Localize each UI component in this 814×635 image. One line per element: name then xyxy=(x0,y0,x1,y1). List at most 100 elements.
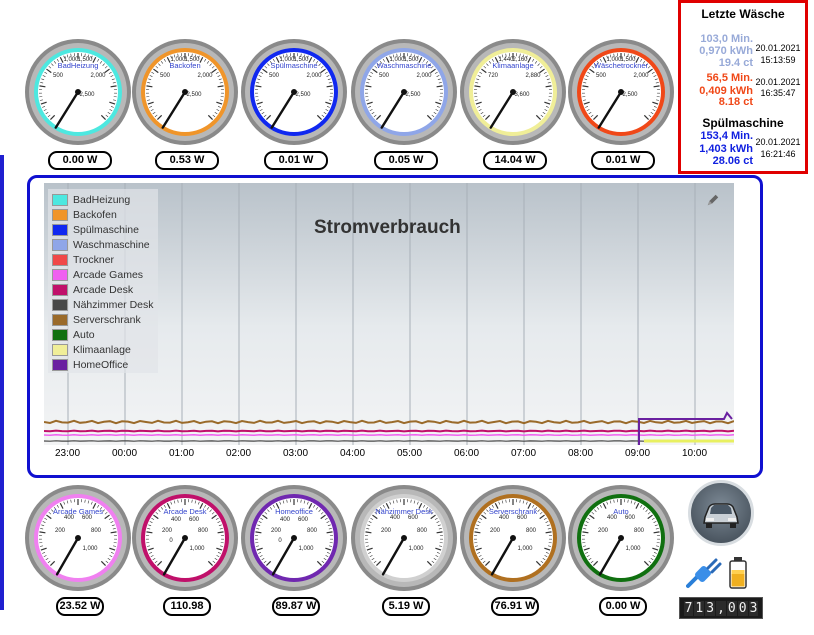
gauge-tick-label: 600 xyxy=(625,515,636,521)
legend-swatch xyxy=(52,224,68,236)
x-tick-label: 06:00 xyxy=(454,448,480,459)
gauge-tick-label: 2,000 xyxy=(197,73,213,79)
x-tick-label: 02:00 xyxy=(226,448,252,459)
series-line-serverschrank xyxy=(44,419,734,425)
bottom-gauge-value-2: 89.87 W xyxy=(272,597,320,616)
last-wash-panel: Letzte Wäsche 103,0 Min. 0,970 kWh 19.4 … xyxy=(678,0,808,174)
gauge-tick-label: 400 xyxy=(607,515,618,521)
dryer-cost: 8.18 ct xyxy=(718,96,753,108)
top-gauge-value-0: 0.00 W xyxy=(48,151,112,170)
bottom-gauge-value-3: 5.19 W xyxy=(382,597,430,616)
gauge-tick-label: 1,000 xyxy=(298,546,314,552)
top-gauge-1: Backofen1,0001,500500 2,0002,500 xyxy=(132,39,238,145)
gauge-tick-label: 600 xyxy=(517,515,528,521)
gauge-tick-label: 800 xyxy=(417,528,428,534)
legend-label: Trockner xyxy=(73,254,115,266)
gauge-tick-label: 400 xyxy=(499,515,510,521)
legend-swatch xyxy=(52,254,68,266)
top-gauge-3: Waschmaschine1,0001,500500 2,0002,500 xyxy=(351,39,457,145)
x-tick-label: 09:00 xyxy=(625,448,651,459)
counter-digit: 0 xyxy=(737,600,748,616)
gauge-tick-label: 600 xyxy=(408,515,419,521)
gauge-tick-label: 800 xyxy=(634,528,645,534)
gauge-title: Arcade Desk xyxy=(164,507,207,516)
counter-digit: 3 xyxy=(705,600,716,616)
top-gauge-value-1: 0.53 W xyxy=(155,151,219,170)
gauge-tick-label: 200 xyxy=(162,528,173,534)
dish-time: 16:21:46 xyxy=(760,149,796,159)
top-gauge-5: Wäschetrockner1,0001,500500 2,0002,500 xyxy=(568,39,674,145)
bottom-gauge-value-5: 0.00 W xyxy=(599,597,647,616)
x-tick-label: 01:00 xyxy=(169,448,195,459)
counter-digit: 7 xyxy=(683,600,694,616)
legend-label: Nähzimmer Desk xyxy=(73,299,154,311)
plug-icon xyxy=(686,558,722,588)
chart-title: Stromverbrauch xyxy=(314,217,461,238)
gauge-tick-label: 200 xyxy=(598,528,609,534)
dish-energy: 1,403 kWh xyxy=(699,143,753,155)
gauge-tick-label: 2,000 xyxy=(306,73,322,79)
gauge-tick-label: 1,000 xyxy=(82,546,98,552)
bottom-gauge-4: Serverschrank400 600 200 800 1,000 xyxy=(460,485,566,591)
bottom-gauge-value-4: 76.91 W xyxy=(491,597,539,616)
legend-label: Arcade Desk xyxy=(73,284,134,296)
gauge-tick-label: 400 xyxy=(171,517,182,523)
legend-swatch xyxy=(52,209,68,221)
gauge-tick-label: 2,000 xyxy=(416,73,432,79)
dryer-time: 16:35:47 xyxy=(760,88,796,98)
gauge-tick-label: 1,000 xyxy=(408,546,424,552)
gauge-tick-label: 1,500 xyxy=(620,57,636,63)
wash-date: 20.01.2021 xyxy=(755,43,801,53)
legend-label: HomeOffice xyxy=(73,359,129,371)
x-tick-label: 00:00 xyxy=(112,448,138,459)
power-chart-panel: BadHeizung Backofen Spülmaschine Waschmasch… xyxy=(27,175,763,478)
gauge-tick-label: 500 xyxy=(596,73,607,79)
x-tick-label: 05:00 xyxy=(397,448,423,459)
top-gauge-value-3: 0.05 W xyxy=(374,151,438,170)
bottom-gauge-2: Homeoffice400 600200 80001,000 xyxy=(241,485,347,591)
legend-label: BadHeizung xyxy=(73,194,131,206)
gauge-tick-label: 800 xyxy=(526,528,537,534)
gauge-tick-label: 1,000 xyxy=(517,546,533,552)
bottom-gauge-value-0: 23.52 W xyxy=(56,597,104,616)
gauge-tick-label: 400 xyxy=(280,517,291,523)
counter-digit: 1 xyxy=(694,600,705,616)
chart-plot-area: BadHeizung Backofen Spülmaschine Waschmasch… xyxy=(44,183,734,445)
gauge-tick-label: 1,000 xyxy=(189,546,205,552)
gauge-tick-label: 1,500 xyxy=(184,57,200,63)
dish-date: 20.01.2021 xyxy=(755,137,801,147)
top-gauge-value-5: 0.01 W xyxy=(591,151,655,170)
legend-label: Auto xyxy=(73,329,95,341)
gauge-tick-label: 1,500 xyxy=(403,57,419,63)
gauge-tick-label: 1,000 xyxy=(625,546,641,552)
car-icon[interactable] xyxy=(688,480,754,546)
pencil-icon[interactable] xyxy=(706,193,720,207)
gauge-tick-label: 500 xyxy=(53,73,64,79)
legend-swatch xyxy=(52,299,68,311)
legend-swatch xyxy=(52,359,68,371)
dryer-duration: 56,5 Min. xyxy=(706,72,753,84)
legend-swatch xyxy=(52,284,68,296)
bottom-gauge-1: Arcade Desk400 600200 80001,000 xyxy=(132,485,238,591)
legend-swatch xyxy=(52,329,68,341)
panel-title-dishwasher: Spülmaschine xyxy=(702,116,784,130)
gauge-tick-label: 720 xyxy=(488,73,499,79)
top-gauge-value-2: 0.01 W xyxy=(264,151,328,170)
x-tick-label: 07:00 xyxy=(511,448,537,459)
bottom-gauge-value-1: 110.98 xyxy=(163,597,211,616)
gauge-tick-label: 400 xyxy=(390,515,401,521)
gauge-tick-label: 3,600 xyxy=(514,92,530,98)
bottom-gauge-5: Auto400 600200 8001,000 xyxy=(568,485,674,591)
energy-counter-display: 713,003 xyxy=(679,597,763,619)
wash-energy: 0,970 kWh xyxy=(699,45,753,57)
gauge-title: Nähzimmer Desk xyxy=(375,507,433,516)
top-gauge-4: Klimaanlage1,4402,160720 2,8803,600 xyxy=(460,39,566,145)
top-gauge-value-4: 14.04 W xyxy=(483,151,547,170)
dish-cost: 28.06 ct xyxy=(712,155,753,167)
gauge-title: Serverschrank xyxy=(489,507,538,516)
gauge-tick-label: 800 xyxy=(91,528,102,534)
legend-swatch xyxy=(52,314,68,326)
gauge-tick-label: 2,880 xyxy=(525,73,541,79)
gauge-tick-label: 200 xyxy=(271,528,282,534)
bottom-gauge-3: Nähzimmer Desk400 600 200 800 1,000 xyxy=(351,485,457,591)
